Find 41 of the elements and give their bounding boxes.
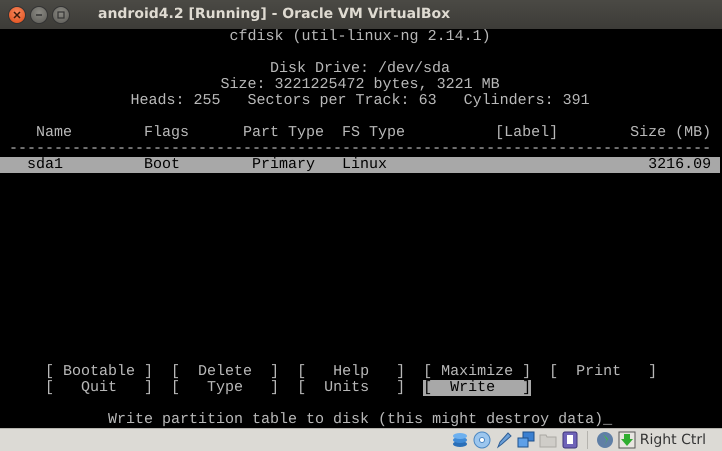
table-cell: 3216.09: [648, 156, 712, 173]
menu-button[interactable]: [ Quit ]: [45, 380, 154, 396]
menu-button[interactable]: [ Delete ]: [171, 364, 280, 380]
menu-button[interactable]: [ Maximize ]: [423, 364, 532, 380]
program-title: cfdisk (util-linux-ng 2.14.1): [230, 29, 491, 45]
hard-disk-icon[interactable]: [450, 431, 469, 449]
column-header: [Label]: [495, 124, 558, 141]
menu-button[interactable]: [ Help ]: [297, 364, 406, 380]
menu-button[interactable]: [ Units ]: [297, 380, 406, 396]
globe-icon[interactable]: [596, 431, 614, 449]
chip-icon[interactable]: [560, 431, 579, 449]
disk-info-text: Size: 3221225472 bytes, 3221 MB: [220, 76, 500, 93]
maximize-icon: [57, 10, 65, 18]
menu-button[interactable]: [ Bootable ]: [45, 364, 154, 380]
table-cell: Primary: [252, 156, 316, 173]
column-header: FS Type: [342, 124, 406, 141]
menu-button[interactable]: [ Print ]: [549, 364, 658, 380]
menu-button[interactable]: [ Write ]: [423, 380, 532, 396]
download-arrow-icon[interactable]: [618, 431, 636, 449]
separator-line: ------------------------------------------------------------------------------: [9, 140, 712, 157]
menu-button[interactable]: [ Type ]: [171, 380, 280, 396]
table-cell: sda1: [27, 156, 64, 173]
network-icon[interactable]: [516, 431, 535, 449]
partition-row[interactable]: sda1 Boot Primary Linux 3216.09: [0, 156, 720, 173]
pen-icon[interactable]: [494, 431, 513, 449]
maximize-button[interactable]: [52, 6, 70, 24]
column-header: Name: [36, 124, 72, 141]
column-header: Flags: [144, 124, 190, 141]
column-header: Part Type: [243, 124, 324, 141]
minimize-button[interactable]: [30, 6, 48, 24]
close-icon: [13, 10, 21, 18]
table-cell: Linux: [342, 156, 388, 173]
optical-disc-icon[interactable]: [472, 431, 491, 449]
disk-info-text: Disk Drive: /dev/sda: [270, 60, 450, 77]
status-message: Write partition table to disk (this might destroy data)_: [108, 412, 612, 428]
table-cell: Boot: [144, 156, 180, 173]
close-button[interactable]: [8, 6, 26, 24]
window-title: android4.2 [Running] - Oracle VM VirtualBox: [98, 5, 450, 24]
column-header: Size (MB): [630, 124, 712, 141]
host-key-label: Right Ctrl: [640, 430, 706, 450]
disk-info-text: Heads: 255 Sectors per Track: 63 Cylinders: 391: [130, 92, 590, 109]
